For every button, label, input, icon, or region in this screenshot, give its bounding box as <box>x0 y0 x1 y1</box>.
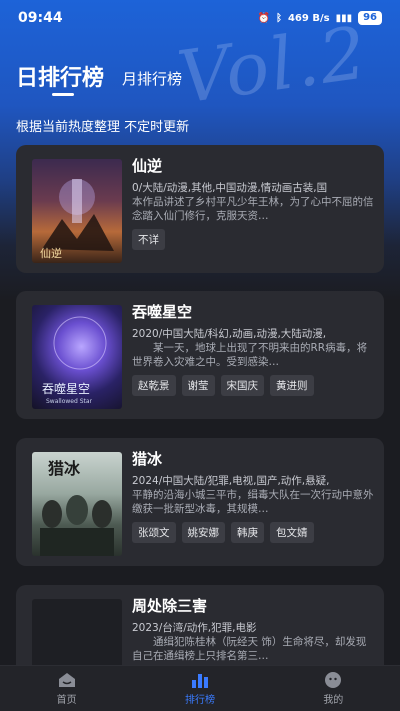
alarm-icon: ⏰ <box>257 12 270 24</box>
item-info: 周处除三害 2023/台湾/动作,犯罪,电影 通缉犯陈桂林（阮经天 饰）生命将尽… <box>132 595 374 663</box>
home-icon <box>58 673 75 687</box>
ranking-subtitle: 根据当前热度整理 不定时更新 <box>16 120 190 135</box>
bluetooth-icon: ᛒ <box>275 12 282 24</box>
signal-icon: ▮▮▮ <box>335 12 353 24</box>
battery-icon: 96 <box>358 11 382 25</box>
item-title: 猎冰 <box>132 450 163 468</box>
profile-icon <box>325 672 342 688</box>
item-tags: 赵乾景 谢莹 宋国庆 黄进则 <box>132 375 374 396</box>
item-info: 猎冰 2024/中国大陆/犯罪,电视,国产,动作,悬疑, 平静的沿海小城三平市，… <box>132 448 374 543</box>
list-item[interactable]: 周处除三害 2023/台湾/动作,犯罪,电影 通缉犯陈桂林（阮经天 饰）生命将尽… <box>16 585 384 703</box>
svg-text:仙逆: 仙逆 <box>40 246 62 260</box>
nav-ranking-label: 排行榜 <box>184 695 215 706</box>
ranking-tabs: 日排行榜 月排行榜 <box>16 60 182 92</box>
nav-mine[interactable]: 我的 <box>267 666 400 711</box>
tag[interactable]: 张颂文 <box>132 522 176 543</box>
ranking-icon <box>191 674 208 688</box>
poster-subtitle: Swallowed Star <box>46 398 93 405</box>
poster-title: 吞噬星空 <box>42 381 90 396</box>
item-meta: 0/大陆/动漫,其他,中国动漫,情动画古装,国 <box>132 182 328 194</box>
network-speed: 469 B/s <box>287 12 330 24</box>
tag[interactable]: 不详 <box>132 229 165 250</box>
status-time: 09:44 <box>18 10 63 26</box>
list-item[interactable]: 吞噬星空 Swallowed Star 吞噬星空 2020/中国大陆/科幻,动画… <box>16 291 384 419</box>
nav-home-label: 首页 <box>56 695 77 706</box>
item-tags: 张颂文 姚安娜 韩庚 包文婧 <box>132 522 374 543</box>
tag[interactable]: 赵乾景 <box>132 375 176 396</box>
poster-image[interactable]: 猎冰 <box>32 452 122 556</box>
tag[interactable]: 包文婧 <box>270 522 314 543</box>
tab-monthly[interactable]: 月排行榜 <box>122 68 182 92</box>
item-meta: 2023/台湾/动作,犯罪,电影 <box>132 622 257 634</box>
item-tags: 不详 <box>132 229 374 250</box>
item-meta: 2020/中国大陆/科幻,动画,动漫,大陆动漫, <box>132 328 327 340</box>
item-description: 本作品讲述了乡村平凡少年王林，为了心中不屈的信念踏入仙门修行，克服天资… <box>132 196 374 222</box>
svg-text:猎冰: 猎冰 <box>48 459 81 478</box>
status-icons: ⏰ ᛒ 469 B/s ▮▮▮ 96 <box>258 11 382 25</box>
item-title: 吞噬星空 <box>132 303 193 321</box>
list-item[interactable]: 猎冰 猎冰 2024/中国大陆/犯罪,电视,国产,动作,悬疑, 平静的沿海小城三… <box>16 438 384 566</box>
item-info: 仙逆 0/大陆/动漫,其他,中国动漫,情动画古装,国 本作品讲述了乡村平凡少年王… <box>132 155 374 250</box>
bottom-navigation: 首页 排行榜 我的 <box>0 665 400 711</box>
tag[interactable]: 宋国庆 <box>220 375 264 396</box>
item-title: 仙逆 <box>132 157 163 175</box>
poster-image[interactable]: 仙逆 <box>32 159 122 263</box>
item-description: 通缉犯陈桂林（阮经天 饰）生命将尽，却发现自己在通缉榜上只排名第三… <box>132 636 367 662</box>
item-description: 某一天，地球上出现了不明来由的RR病毒，将世界卷入灾难之中。受到感染… <box>132 342 368 368</box>
active-tab-indicator <box>52 93 74 96</box>
tag[interactable]: 黄进则 <box>270 375 314 396</box>
nav-ranking[interactable]: 排行榜 <box>133 666 266 711</box>
tag[interactable]: 谢莹 <box>181 375 215 396</box>
poster-image[interactable]: 吞噬星空 Swallowed Star <box>32 305 122 409</box>
item-title: 周处除三害 <box>132 597 208 615</box>
tag[interactable]: 姚安娜 <box>181 522 225 543</box>
item-meta: 2024/中国大陆/犯罪,电视,国产,动作,悬疑, <box>132 475 330 487</box>
nav-mine-label: 我的 <box>323 695 344 706</box>
item-info: 吞噬星空 2020/中国大陆/科幻,动画,动漫,大陆动漫, 某一天，地球上出现了… <box>132 301 374 396</box>
tab-daily[interactable]: 日排行榜 <box>16 60 104 92</box>
list-item[interactable]: 仙逆 仙逆 0/大陆/动漫,其他,中国动漫,情动画古装,国 本作品讲述了乡村平凡… <box>16 145 384 273</box>
item-description: 平静的沿海小城三平市，缉毒大队在一次行动中意外缴获一批新型冰毒，其规模… <box>132 489 374 515</box>
nav-home[interactable]: 首页 <box>0 666 133 711</box>
status-bar: 09:44 ⏰ ᛒ 469 B/s ▮▮▮ 96 <box>0 0 400 36</box>
tag[interactable]: 韩庚 <box>231 522 264 543</box>
